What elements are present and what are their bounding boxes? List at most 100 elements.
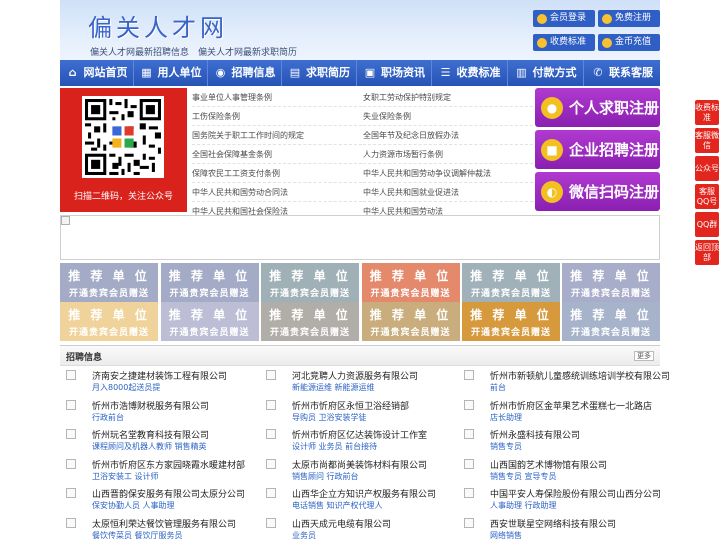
job-entry[interactable]: 忻州市忻府区永恒卫浴经销部 导购员 卫浴安装学徒: [260, 397, 458, 426]
job-positions[interactable]: 月入8000起送员提: [92, 382, 160, 393]
job-positions[interactable]: 网络销售: [490, 530, 522, 540]
job-positions[interactable]: 课程顾问及机器人教师 销售精英: [92, 441, 207, 452]
recommended-employer-tile[interactable]: 推 荐 单 位开通贵宾会员赠送: [261, 302, 359, 341]
job-entry[interactable]: 河北竞聘人力资源服务有限公司 新能源运维 新能源运维: [260, 367, 458, 396]
job-entry[interactable]: 山西国韵艺术博物馆有限公司 销售专员 宣导专员: [458, 456, 656, 485]
company-name[interactable]: 太原恒利荣达餐饮管理服务有限公司: [92, 517, 236, 530]
job-entry[interactable]: 忻州市忻府区金苹果艺术蛋糕七一北路店 店长助理: [458, 397, 656, 426]
company-name[interactable]: 河北竞聘人力资源服务有限公司: [292, 369, 418, 382]
nav-resumes[interactable]: ▤ 求职简历: [282, 60, 357, 86]
recommended-employer-tile[interactable]: 推 荐 单 位开通贵宾会员赠送: [160, 263, 259, 302]
law-link[interactable]: 工伤保险条例: [192, 107, 362, 126]
sidebar-qq-group[interactable]: QQ群: [695, 212, 719, 237]
recommended-employer-tile[interactable]: 推 荐 单 位开通贵宾会员赠送: [562, 263, 660, 302]
job-entry[interactable]: 忻州市忻府区亿达装饰设计工作室 设计师 业务员 前台接待: [260, 426, 458, 455]
sidebar-qq[interactable]: 客服QQ号: [695, 184, 719, 209]
recommended-employer-tile[interactable]: 推 荐 单 位开通贵宾会员赠送: [361, 263, 460, 302]
company-name[interactable]: 忻州市新顿航儿童感统训练培训学校有限公司: [490, 369, 670, 382]
wechat-register-button[interactable]: ◐ 微信扫码注册: [535, 172, 660, 211]
job-entry[interactable]: 忻州永盛科技有限公司 销售专员: [458, 426, 656, 455]
job-entry[interactable]: 太原市尚都尚美装饰材料有限公司 销售顾问 行政前台: [260, 456, 458, 485]
more-jobs-button[interactable]: 更多: [634, 351, 654, 361]
company-name[interactable]: 山西国韵艺术博物馆有限公司: [490, 458, 607, 471]
job-entry[interactable]: 山西晋韵保安服务有限公司太原分公司 保安协勤人员 人事助理: [60, 485, 258, 514]
banner-image-placeholder[interactable]: [60, 215, 660, 260]
job-positions[interactable]: 店长助理: [490, 412, 522, 423]
law-link[interactable]: 全国社会保障基金条例: [192, 145, 362, 164]
job-entry[interactable]: 山西天成元电缆有限公司 业务员: [260, 515, 458, 540]
register-button[interactable]: 免费注册: [598, 10, 660, 27]
recommended-employer-tile[interactable]: 推 荐 单 位开通贵宾会员赠送: [562, 302, 660, 341]
nav-news[interactable]: ▣ 职场资讯: [357, 60, 432, 86]
job-positions[interactable]: 前台: [490, 382, 506, 393]
sidebar-back-to-top[interactable]: 返回顶部: [695, 240, 719, 265]
employer-register-button[interactable]: ■ 企业招聘注册: [535, 130, 660, 169]
recommended-employer-tile[interactable]: 推 荐 单 位开通贵宾会员赠送: [462, 302, 560, 341]
sidebar-fees[interactable]: 收费标准: [695, 100, 719, 125]
job-positions[interactable]: 销售专员 宣导专员: [490, 471, 557, 482]
law-link[interactable]: 中华人民共和国劳动合同法: [192, 183, 362, 202]
law-link[interactable]: 女职工劳动保护特别规定: [363, 88, 533, 107]
fee-standard-button[interactable]: 收费标准: [533, 34, 595, 51]
login-button[interactable]: 会员登录: [533, 10, 595, 27]
law-link[interactable]: 人力资源市场暂行条例: [363, 145, 533, 164]
law-link[interactable]: 中华人民共和国就业促进法: [363, 183, 533, 202]
job-entry[interactable]: 忻州市忻府区东方家园晓霞水暖建材部 卫浴安装工 设计师: [60, 456, 258, 485]
nav-payment[interactable]: ▥ 付款方式: [508, 60, 584, 86]
jobseeker-register-button[interactable]: ● 个人求职注册: [535, 88, 660, 127]
nav-fees[interactable]: ☰ 收费标准: [432, 60, 508, 86]
law-link[interactable]: 全国年节及纪念日放假办法: [363, 126, 533, 145]
company-name[interactable]: 忻州市忻府区亿达装饰设计工作室: [292, 428, 427, 441]
company-name[interactable]: 忻州市浩博财税服务有限公司: [92, 399, 209, 412]
company-name[interactable]: 忻州市忻府区东方家园晓霞水暖建材部: [92, 458, 245, 471]
law-link[interactable]: 事业单位人事管理条例: [192, 88, 362, 107]
nav-home[interactable]: ⌂ 网站首页: [60, 60, 134, 86]
recommended-employer-tile[interactable]: 推 荐 单 位开通贵宾会员赠送: [160, 302, 259, 341]
job-entry[interactable]: 忻州市浩博财税服务有限公司 行政前台: [60, 397, 258, 426]
law-link[interactable]: 国务院关于职工工作时间的规定: [192, 126, 362, 145]
job-positions[interactable]: 人事助理 行政助理: [490, 500, 557, 511]
law-link[interactable]: 保障农民工工资支付条例: [192, 164, 362, 183]
company-name[interactable]: 西安世联星空网络科技有限公司: [490, 517, 616, 530]
recommended-employer-tile[interactable]: 推 荐 单 位开通贵宾会员赠送: [60, 263, 158, 302]
job-entry[interactable]: 西安世联星空网络科技有限公司 网络销售: [458, 515, 656, 540]
job-positions[interactable]: 销售顾问 行政前台: [292, 471, 359, 482]
site-logo-title[interactable]: 偏关人才网: [88, 8, 228, 43]
company-name[interactable]: 忻州玩名堂教育科技有限公司: [92, 428, 209, 441]
job-entry[interactable]: 中国平安人寿保险股份有限公司山西分公司 人事助理 行政助理: [458, 485, 661, 514]
coin-recharge-button[interactable]: 金币充值: [598, 34, 660, 51]
company-name[interactable]: 忻州永盛科技有限公司: [490, 428, 580, 441]
sidebar-official-account[interactable]: 公众号: [695, 156, 719, 181]
recommended-employer-tile[interactable]: 推 荐 单 位开通贵宾会员赠送: [261, 263, 359, 302]
job-positions[interactable]: 餐饮传菜员 餐饮厅服务员: [92, 530, 183, 540]
company-name[interactable]: 山西晋韵保安服务有限公司太原分公司: [92, 487, 245, 500]
company-name[interactable]: 山西天成元电缆有限公司: [292, 517, 391, 530]
job-positions[interactable]: 卫浴安装工 设计师: [92, 471, 159, 482]
job-positions[interactable]: 新能源运维 新能源运维: [292, 382, 375, 393]
job-positions[interactable]: 行政前台: [92, 412, 124, 423]
company-name[interactable]: 忻州市忻府区金苹果艺术蛋糕七一北路店: [490, 399, 652, 412]
law-link[interactable]: 失业保险条例: [363, 107, 533, 126]
recommended-employer-tile[interactable]: 推 荐 单 位开通贵宾会员赠送: [462, 263, 560, 302]
job-entry[interactable]: 忻州玩名堂教育科技有限公司 课程顾问及机器人教师 销售精英: [60, 426, 258, 455]
job-entry[interactable]: 太原恒利荣达餐饮管理服务有限公司 餐饮传菜员 餐饮厅服务员: [60, 515, 258, 540]
company-name[interactable]: 山西华企立方知识产权服务有限公司: [292, 487, 436, 500]
job-positions[interactable]: 设计师 业务员 前台接待: [292, 441, 377, 452]
recommended-employer-tile[interactable]: 推 荐 单 位开通贵宾会员赠送: [361, 302, 460, 341]
job-entry[interactable]: 山西华企立方知识产权服务有限公司 电话销售 知识产权代理人: [260, 485, 458, 514]
sidebar-wechat[interactable]: 客服微信: [695, 128, 719, 153]
recommended-employer-tile[interactable]: 推 荐 单 位开通贵宾会员赠送: [60, 302, 158, 341]
company-name[interactable]: 忻州市忻府区永恒卫浴经销部: [292, 399, 409, 412]
job-positions[interactable]: 业务员: [292, 530, 316, 540]
job-positions[interactable]: 销售专员: [490, 441, 522, 452]
law-link[interactable]: 中华人民共和国劳动争议调解仲裁法: [363, 164, 533, 183]
company-name[interactable]: 济南安之捷建材装饰工程有限公司: [92, 369, 227, 382]
nav-employers[interactable]: ▦ 用人单位: [134, 60, 208, 86]
job-entry[interactable]: 济南安之捷建材装饰工程有限公司 月入8000起送员提: [60, 367, 258, 396]
company-name[interactable]: 中国平安人寿保险股份有限公司山西分公司: [490, 487, 661, 500]
job-positions[interactable]: 导购员 卫浴安装学徒: [292, 412, 367, 423]
job-positions[interactable]: 保安协勤人员 人事助理: [92, 500, 175, 511]
job-positions[interactable]: 电话销售 知识产权代理人: [292, 500, 383, 511]
job-entry[interactable]: 忻州市新顿航儿童感统训练培训学校有限公司 前台: [458, 367, 670, 396]
company-name[interactable]: 太原市尚都尚美装饰材料有限公司: [292, 458, 427, 471]
